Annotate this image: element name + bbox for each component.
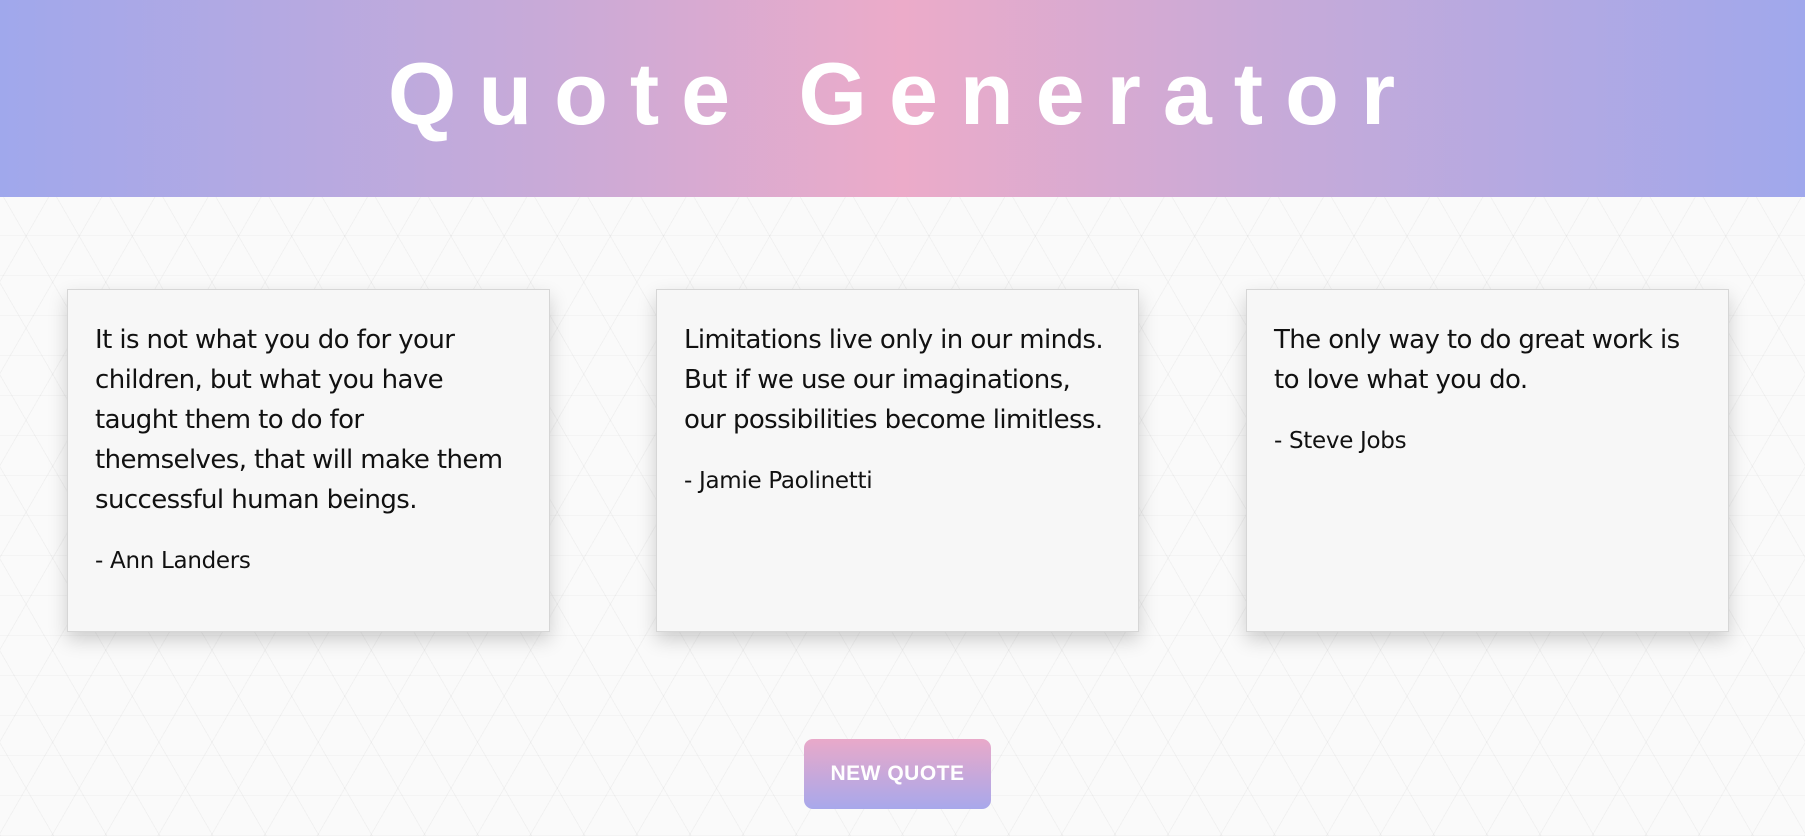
quote-author: - Steve Jobs (1274, 428, 1407, 454)
new-quote-button[interactable]: NEW QUOTE (804, 739, 991, 809)
quote-author: - Jamie Paolinetti (684, 468, 873, 494)
quote-card: Limitations live only in our minds. But … (656, 289, 1139, 632)
quote-text: The only way to do great work is to love… (1274, 325, 1680, 395)
quote-author: - Ann Landers (95, 548, 251, 574)
quote-text: Limitations live only in our minds. But … (684, 325, 1104, 435)
page-title: Quote Generator (387, 43, 1418, 143)
quote-text: It is not what you do for your children,… (95, 325, 503, 515)
quote-card: The only way to do great work is to love… (1246, 289, 1729, 632)
quote-card: It is not what you do for your children,… (67, 289, 550, 632)
header-banner: Quote Generator (0, 0, 1805, 197)
